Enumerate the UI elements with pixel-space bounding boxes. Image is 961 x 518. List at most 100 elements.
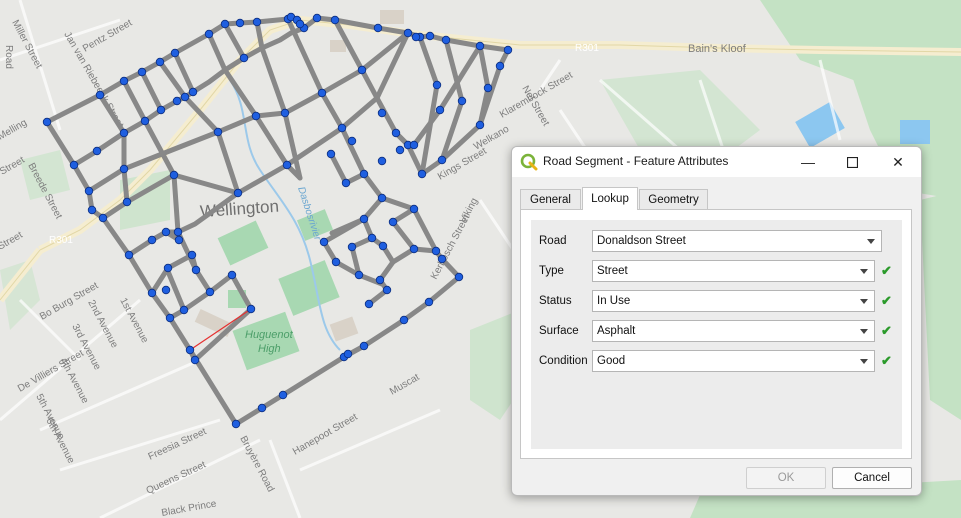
vertex-marker [251,111,261,121]
vertex-marker [42,117,52,127]
vertex-marker [359,169,369,179]
r301-west-label: R301 [49,235,73,246]
vertex-marker [454,272,464,282]
vertex-marker [69,160,79,170]
maximize-button[interactable] [829,147,875,177]
vertex-marker [437,254,447,264]
status-valid-check-icon: ✔ [881,293,892,308]
vertex-marker [87,205,97,215]
vertex-marker [140,116,150,126]
vertex-marker [169,170,179,180]
qgis-icon [520,153,538,171]
status-value: In Use [597,295,631,307]
vertex-marker [431,246,441,256]
vertex-marker [354,270,364,280]
vertex-marker [204,29,214,39]
vertex-marker [395,145,405,155]
vertex-marker [347,242,357,252]
tab-general[interactable]: General [520,189,581,209]
ok-label: OK [777,472,795,484]
close-button[interactable]: ✕ [875,147,921,177]
road-combobox[interactable]: Donaldson Street [592,230,882,252]
school-label-line2: High [258,343,281,355]
close-icon: ✕ [892,153,904,170]
cancel-button[interactable]: Cancel [832,467,912,489]
vertex-marker [409,204,419,214]
vertex-marker [424,297,434,307]
cancel-label: Cancel [854,472,890,484]
chevron-down-icon [860,269,868,274]
vertex-marker [367,233,377,243]
vertex-marker [364,299,374,309]
vertex-marker [483,83,493,93]
vertex-marker [375,275,385,285]
vertex-marker [163,263,173,273]
condition-value: Good [597,355,626,367]
maximize-icon [846,156,858,168]
vertex-marker [280,108,290,118]
vertex-marker [119,128,129,138]
vertex-marker [317,88,327,98]
vertex-marker [165,313,175,323]
dialog-titlebar[interactable]: Road Segment - Feature Attributes — ✕ [512,147,921,177]
ok-button[interactable]: OK [746,467,826,489]
surface-valid-check-icon: ✔ [881,323,892,338]
tab-geometry[interactable]: Geometry [639,189,708,209]
vertex-marker [475,41,485,51]
road-label: Road [3,45,14,69]
vertex-marker [391,128,401,138]
vertex-marker [330,15,340,25]
vertex-marker [231,419,241,429]
status-combobox[interactable]: In Use [592,290,875,312]
vertex-marker [84,186,94,196]
minimize-button[interactable]: — [785,147,831,177]
surface-combobox[interactable]: Asphalt [592,320,875,342]
vertex-marker [155,57,165,67]
chevron-down-icon [860,299,868,304]
school-label: Huguenot [245,329,294,341]
vertex-marker [399,315,409,325]
vertex-marker [92,146,102,156]
vertex-marker [147,235,157,245]
vertex-marker [161,227,171,237]
vertex-marker [425,31,435,41]
vertex-marker [411,32,421,42]
vertex-marker [417,169,427,179]
vertex-marker [326,149,336,159]
vertex-marker [457,96,467,106]
vertex-marker [373,23,383,33]
road-value: Donaldson Street [597,235,686,247]
vertex-marker [359,341,369,351]
vertex-marker [213,127,223,137]
tab-general-label: General [530,193,571,206]
vertex-marker [172,96,182,106]
vertex-marker [441,35,451,45]
vertex-marker [403,28,413,38]
surface-value: Asphalt [597,325,636,337]
vertex-marker [119,76,129,86]
type-combobox[interactable]: Street [592,260,875,282]
vertex-marker [312,13,322,23]
tab-lookup[interactable]: Lookup [582,187,638,210]
vertex-marker [173,227,183,237]
minimize-icon: — [801,154,815,170]
vertex-marker [409,244,419,254]
vertex-marker [233,188,243,198]
vertex-marker [437,155,447,165]
vertex-marker [495,61,505,71]
condition-combobox[interactable]: Good [592,350,875,372]
dialog-title: Road Segment - Feature Attributes [543,154,729,168]
vertex-marker [156,105,166,115]
vertex-marker [377,108,387,118]
vertex-marker [435,105,445,115]
type-value: Street [597,265,628,277]
vertex-marker [246,304,256,314]
feature-attributes-dialog: Road Segment - Feature Attributes — ✕ Ge… [511,146,922,496]
vertex-marker [388,217,398,227]
vertex-marker [119,164,129,174]
vertex-marker [278,390,288,400]
chevron-down-icon [860,359,868,364]
vertex-marker [95,90,105,100]
vertex-marker [503,45,513,55]
vertex-marker [343,349,353,359]
